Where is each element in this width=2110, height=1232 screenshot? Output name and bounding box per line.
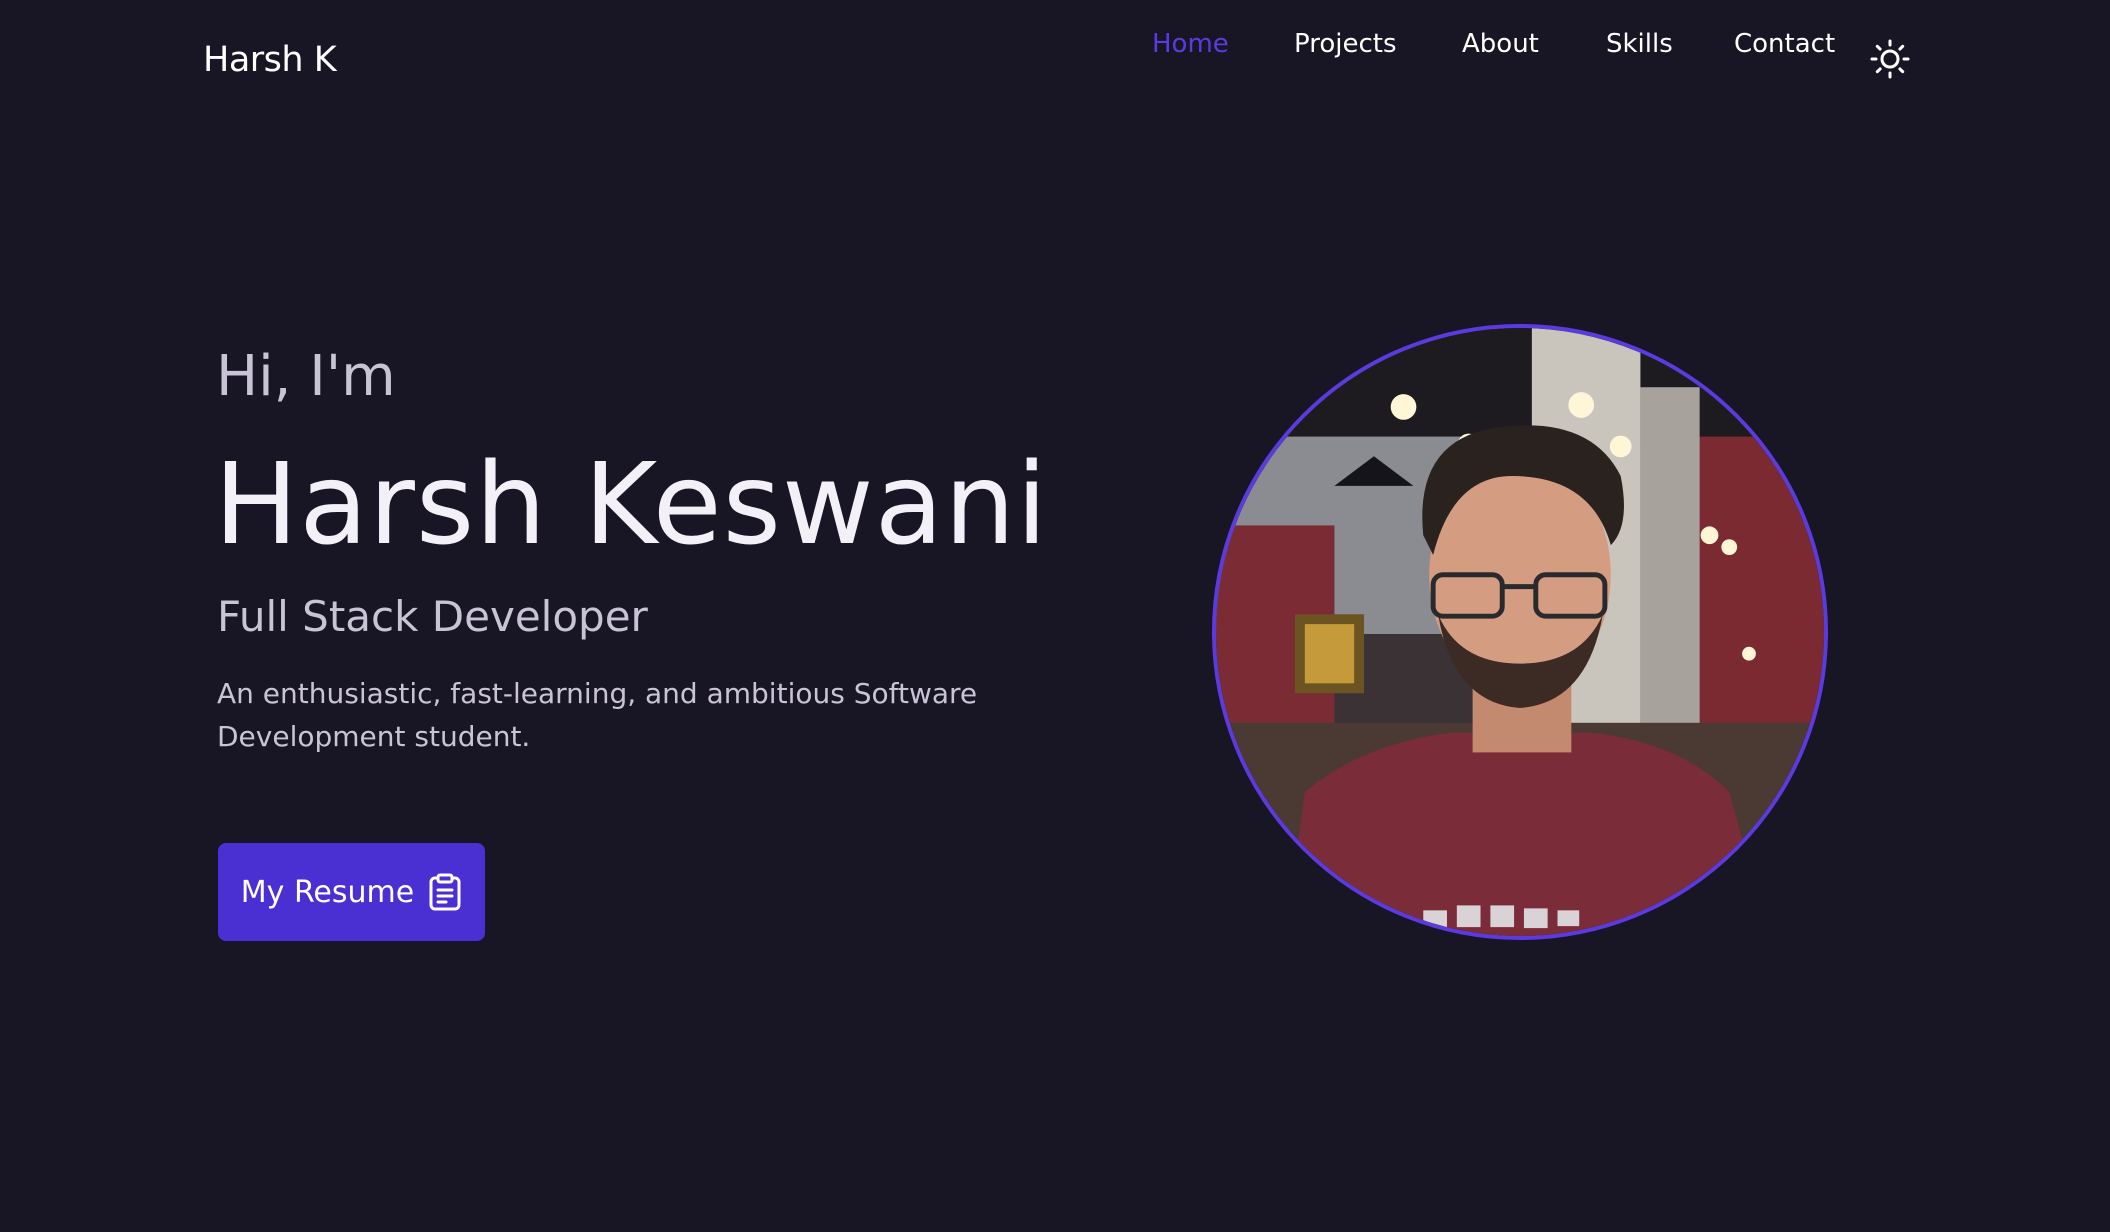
nav-skills[interactable]: Skills	[1606, 29, 1673, 59]
resume-button-label: My Resume	[240, 874, 415, 910]
sun-icon[interactable]	[1870, 39, 1910, 79]
nav-contact[interactable]: Contact	[1734, 29, 1835, 59]
hero-name: Harsh Keswani	[214, 440, 1049, 570]
nav-about[interactable]: About	[1462, 29, 1539, 59]
hero-greeting: Hi, I'm	[216, 344, 396, 409]
nav-projects[interactable]: Projects	[1294, 29, 1397, 59]
site-logo[interactable]: Harsh K	[203, 40, 337, 80]
hero-description: An enthusiastic, fast-learning, and ambi…	[217, 677, 978, 753]
page: Harsh K Home Projects About Skills Conta…	[0, 0, 2110, 1232]
profile-photo	[1212, 324, 1828, 940]
resume-button[interactable]: My Resume	[218, 843, 485, 941]
clipboard-icon	[429, 873, 461, 911]
nav-home[interactable]: Home	[1152, 29, 1229, 59]
hero-role: Full Stack Developer	[217, 592, 648, 641]
